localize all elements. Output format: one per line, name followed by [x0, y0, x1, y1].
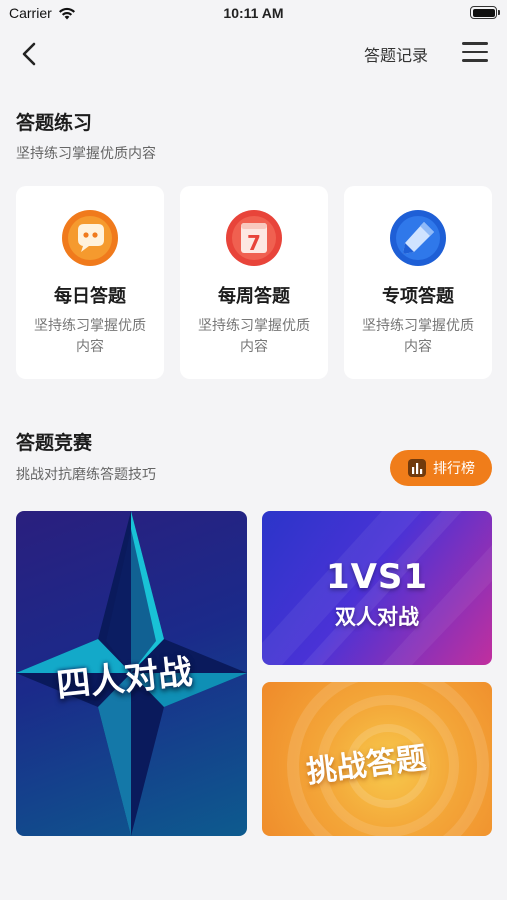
card-title: 专项答题 — [382, 286, 454, 307]
one-v-one-subtitle: 双人对战 — [335, 605, 419, 629]
battery-icon — [470, 6, 500, 19]
practice-section-subtitle: 坚持练习掌握优质内容 — [16, 146, 156, 162]
daily-quiz-card[interactable]: 每日答题 坚持练习掌握优质内容 — [16, 186, 164, 379]
topic-quiz-card[interactable]: 专项答题 坚持练习掌握优质内容 — [344, 186, 492, 379]
answer-history-link[interactable]: 答题记录 — [364, 42, 428, 66]
svg-text:7: 7 — [247, 231, 261, 255]
pencil-icon — [390, 210, 446, 266]
chevron-left-icon — [22, 42, 36, 66]
back-button[interactable] — [16, 40, 44, 68]
card-description: 坚持练习掌握优质内容 — [34, 318, 146, 355]
leaderboard-label: 排行榜 — [433, 461, 475, 477]
chat-bubble-icon — [62, 210, 118, 266]
weekly-quiz-card[interactable]: 7 每周答题 坚持练习掌握优质内容 — [180, 186, 328, 379]
card-description: 坚持练习掌握优质内容 — [362, 318, 474, 355]
leaderboard-button[interactable]: 排行榜 — [390, 450, 492, 486]
competition-section-subtitle: 挑战对抗磨练答题技巧 — [16, 467, 156, 483]
challenge-quiz-card[interactable]: 挑战答题 — [262, 682, 492, 836]
card-description: 坚持练习掌握优质内容 — [198, 318, 310, 355]
one-v-one-title: 1VS1 — [325, 557, 429, 597]
navigation-bar: 答题记录 — [0, 28, 507, 78]
bar-chart-icon — [408, 459, 426, 477]
hamburger-menu-icon — [462, 42, 488, 62]
competition-section-title: 答题竞赛 — [16, 432, 93, 454]
menu-button[interactable] — [462, 42, 488, 64]
one-v-one-battle-card[interactable]: 1VS1 双人对战 — [262, 511, 492, 665]
status-time: 10:11 AM — [223, 5, 284, 21]
card-title: 每周答题 — [218, 286, 290, 307]
calendar-seven-icon: 7 — [226, 210, 282, 266]
practice-section-title: 答题练习 — [16, 112, 93, 134]
status-bar: Carrier 10:11 AM — [0, 0, 507, 28]
card-title: 每日答题 — [54, 286, 126, 307]
four-player-battle-card[interactable]: 四人对战 — [16, 511, 247, 836]
